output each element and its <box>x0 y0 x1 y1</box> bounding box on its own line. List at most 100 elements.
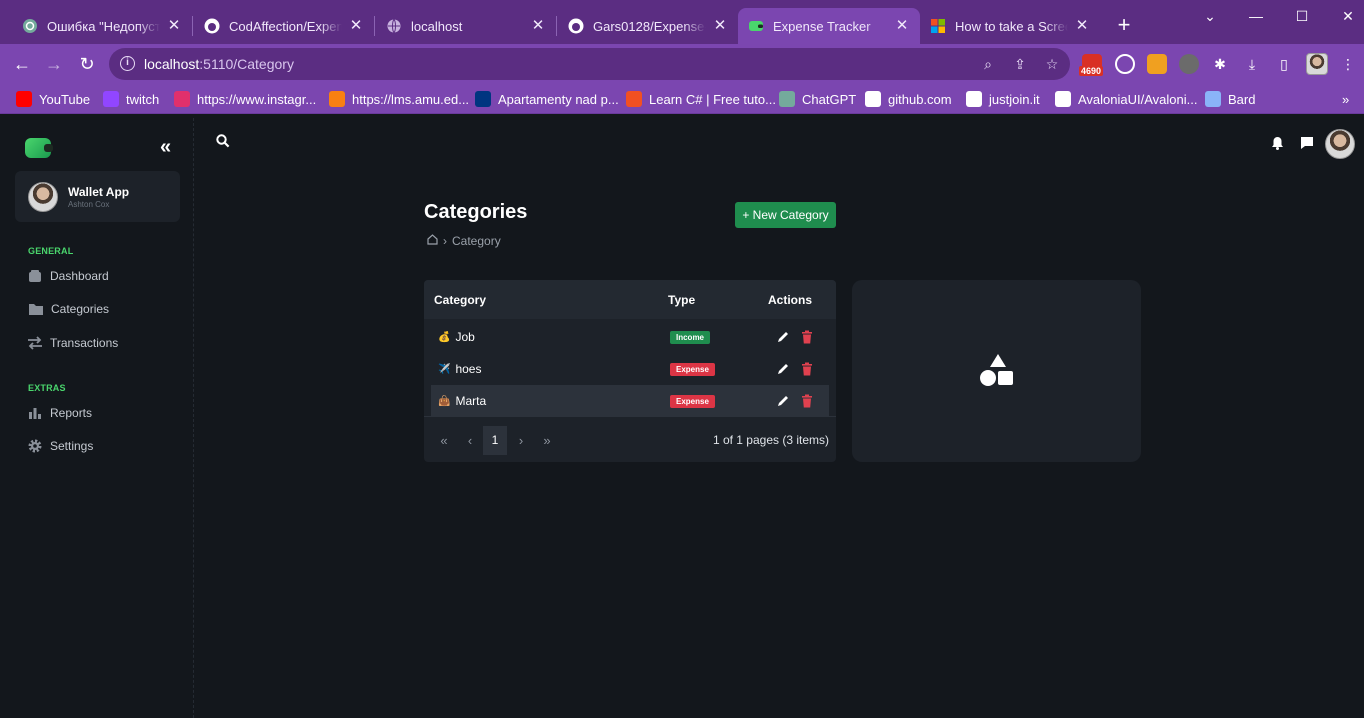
browser-tab[interactable]: Gars0128/Expense-Tr ✕ <box>558 8 738 44</box>
section-general: GENERAL <box>28 246 74 256</box>
close-window-icon[interactable]: ✕ <box>1338 6 1358 26</box>
sidebar-item-settings[interactable]: Settings <box>27 436 93 456</box>
new-category-button[interactable]: + New Category <box>735 202 836 228</box>
address-bar[interactable]: i localhost:5110/Category ⌕ ⇪ ☆ <box>109 48 1070 80</box>
lightbulb-extension-icon[interactable] <box>1115 54 1135 74</box>
bookmark-item[interactable]: Learn C# | Free tuto... <box>626 90 776 108</box>
delete-icon[interactable] <box>801 362 813 376</box>
close-tab-icon[interactable]: ✕ <box>348 18 364 34</box>
edit-icon[interactable] <box>776 362 790 376</box>
close-tab-icon[interactable]: ✕ <box>530 18 546 34</box>
url-path: :5110/Category <box>199 56 294 72</box>
forward-button[interactable]: → <box>42 52 66 76</box>
edit-icon[interactable] <box>776 394 790 408</box>
side-panel-icon[interactable]: ▯ <box>1276 56 1292 72</box>
bookmark-item[interactable]: YouTube <box>16 90 90 108</box>
wallet-logo-icon <box>25 138 53 158</box>
bookmark-item[interactable]: twitch <box>103 90 159 108</box>
youtube-icon <box>16 91 32 107</box>
close-tab-icon[interactable]: ✕ <box>166 18 182 34</box>
zoom-icon[interactable]: ⌕ <box>980 56 996 72</box>
search-icon[interactable] <box>216 134 230 153</box>
sidebar-item-dashboard[interactable]: Dashboard <box>27 266 109 286</box>
bookmark-item[interactable]: Bard <box>1205 90 1255 108</box>
table-row[interactable]: 👜 Marta Expense <box>431 385 829 417</box>
bookmark-item[interactable]: AvaloniaUI/Avaloni... <box>1055 90 1197 108</box>
bookmark-item[interactable]: https://lms.amu.ed... <box>329 90 469 108</box>
empty-state-panel <box>852 280 1141 462</box>
app-root: « Wallet App Ashton Cox GENERAL Dashboar… <box>0 118 1364 718</box>
puzzle-extensions-icon[interactable]: ✱ <box>1212 56 1228 72</box>
exchange-icon <box>27 335 43 351</box>
sidebar-item-transactions[interactable]: Transactions <box>27 333 118 353</box>
site-info-icon[interactable]: i <box>120 56 135 71</box>
type-badge: Income <box>670 331 711 344</box>
first-page-button[interactable]: « <box>432 426 456 455</box>
globe-icon <box>386 18 402 34</box>
table-row[interactable]: 💰 Job Income <box>431 321 829 353</box>
last-page-button[interactable]: » <box>535 426 559 455</box>
prev-page-button[interactable]: ‹ <box>458 426 482 455</box>
maximize-icon[interactable]: ☐ <box>1292 6 1312 26</box>
bookmark-item[interactable]: https://www.instagr... <box>174 90 316 108</box>
reload-button[interactable]: ↻ <box>75 52 99 76</box>
bookmark-item[interactable]: Apartamenty nad p... <box>475 90 619 108</box>
bar-chart-icon <box>27 405 43 421</box>
browser-tab[interactable]: CodAffection/Expense ✕ <box>194 8 374 44</box>
url-host: localhost <box>144 56 200 72</box>
category-emoji: 👜 <box>438 395 451 407</box>
page-info: 1 of 1 pages (3 items) <box>712 433 829 447</box>
profile-card[interactable]: Wallet App Ashton Cox <box>15 171 180 222</box>
close-tab-icon[interactable]: ✕ <box>894 18 910 34</box>
browser-tab[interactable]: How to take a Screen ✕ <box>920 8 1100 44</box>
close-tab-icon[interactable]: ✕ <box>1074 18 1090 34</box>
wallet-icon <box>748 18 764 34</box>
user-avatar[interactable] <box>1325 129 1355 159</box>
categories-table: Category Type Actions 💰 Job Income ✈️ hoes… <box>424 280 836 462</box>
justjoin-icon <box>966 91 982 107</box>
column-header-actions: Actions <box>768 293 813 307</box>
section-extras: EXTRAS <box>28 383 66 393</box>
browser-tab-active[interactable]: Expense Tracker ✕ <box>738 8 920 44</box>
delete-icon[interactable] <box>801 330 813 344</box>
more-bookmarks-icon[interactable]: » <box>1342 90 1349 108</box>
edit-icon[interactable] <box>776 330 790 344</box>
avatar <box>28 182 58 212</box>
sidebar: « Wallet App Ashton Cox GENERAL Dashboar… <box>0 118 194 718</box>
sidebar-item-reports[interactable]: Reports <box>27 403 92 423</box>
home-icon[interactable] <box>427 234 438 248</box>
profile-avatar[interactable] <box>1306 53 1328 75</box>
browser-tab[interactable]: localhost ✕ <box>376 8 556 44</box>
bookmark-item[interactable]: github.com <box>865 90 952 108</box>
shield-extension-icon[interactable] <box>1147 54 1167 74</box>
tab-search-icon[interactable]: ⌄ <box>1200 6 1220 26</box>
table-header: Category Type Actions <box>424 280 836 319</box>
new-tab-button[interactable]: + <box>1112 14 1136 38</box>
microsoft-icon <box>930 18 946 34</box>
bookmark-item[interactable]: justjoin.it <box>966 90 1040 108</box>
share-icon[interactable]: ⇪ <box>1012 56 1028 72</box>
download-icon[interactable]: ⤓ <box>1244 56 1260 72</box>
category-name: Marta <box>455 394 487 408</box>
menu-dots-icon[interactable]: ⋮ <box>1340 56 1356 72</box>
column-header-category[interactable]: Category <box>434 293 486 307</box>
minimize-icon[interactable]: — <box>1246 6 1266 26</box>
microsoft-icon <box>626 91 642 107</box>
browser-tab[interactable]: Ошибка "Недопустим ✕ <box>12 8 192 44</box>
instagram-icon <box>174 91 190 107</box>
close-tab-icon[interactable]: ✕ <box>712 18 728 34</box>
category-name: Job <box>455 330 475 344</box>
chat-icon[interactable] <box>1300 136 1314 155</box>
bookmark-star-icon[interactable]: ☆ <box>1044 56 1060 72</box>
next-page-button[interactable]: › <box>509 426 533 455</box>
collapse-sidebar-icon[interactable]: « <box>160 136 171 159</box>
table-row[interactable]: ✈️ hoes Expense <box>431 353 829 385</box>
circle-extension-icon[interactable] <box>1179 54 1199 74</box>
page-1-button[interactable]: 1 <box>483 426 507 455</box>
bookmark-item[interactable]: ChatGPT <box>779 90 856 108</box>
column-header-type[interactable]: Type <box>668 293 695 307</box>
delete-icon[interactable] <box>801 394 813 408</box>
sidebar-item-categories[interactable]: Categories <box>28 299 109 319</box>
bell-icon[interactable] <box>1271 136 1284 155</box>
back-button[interactable]: ← <box>10 52 34 76</box>
